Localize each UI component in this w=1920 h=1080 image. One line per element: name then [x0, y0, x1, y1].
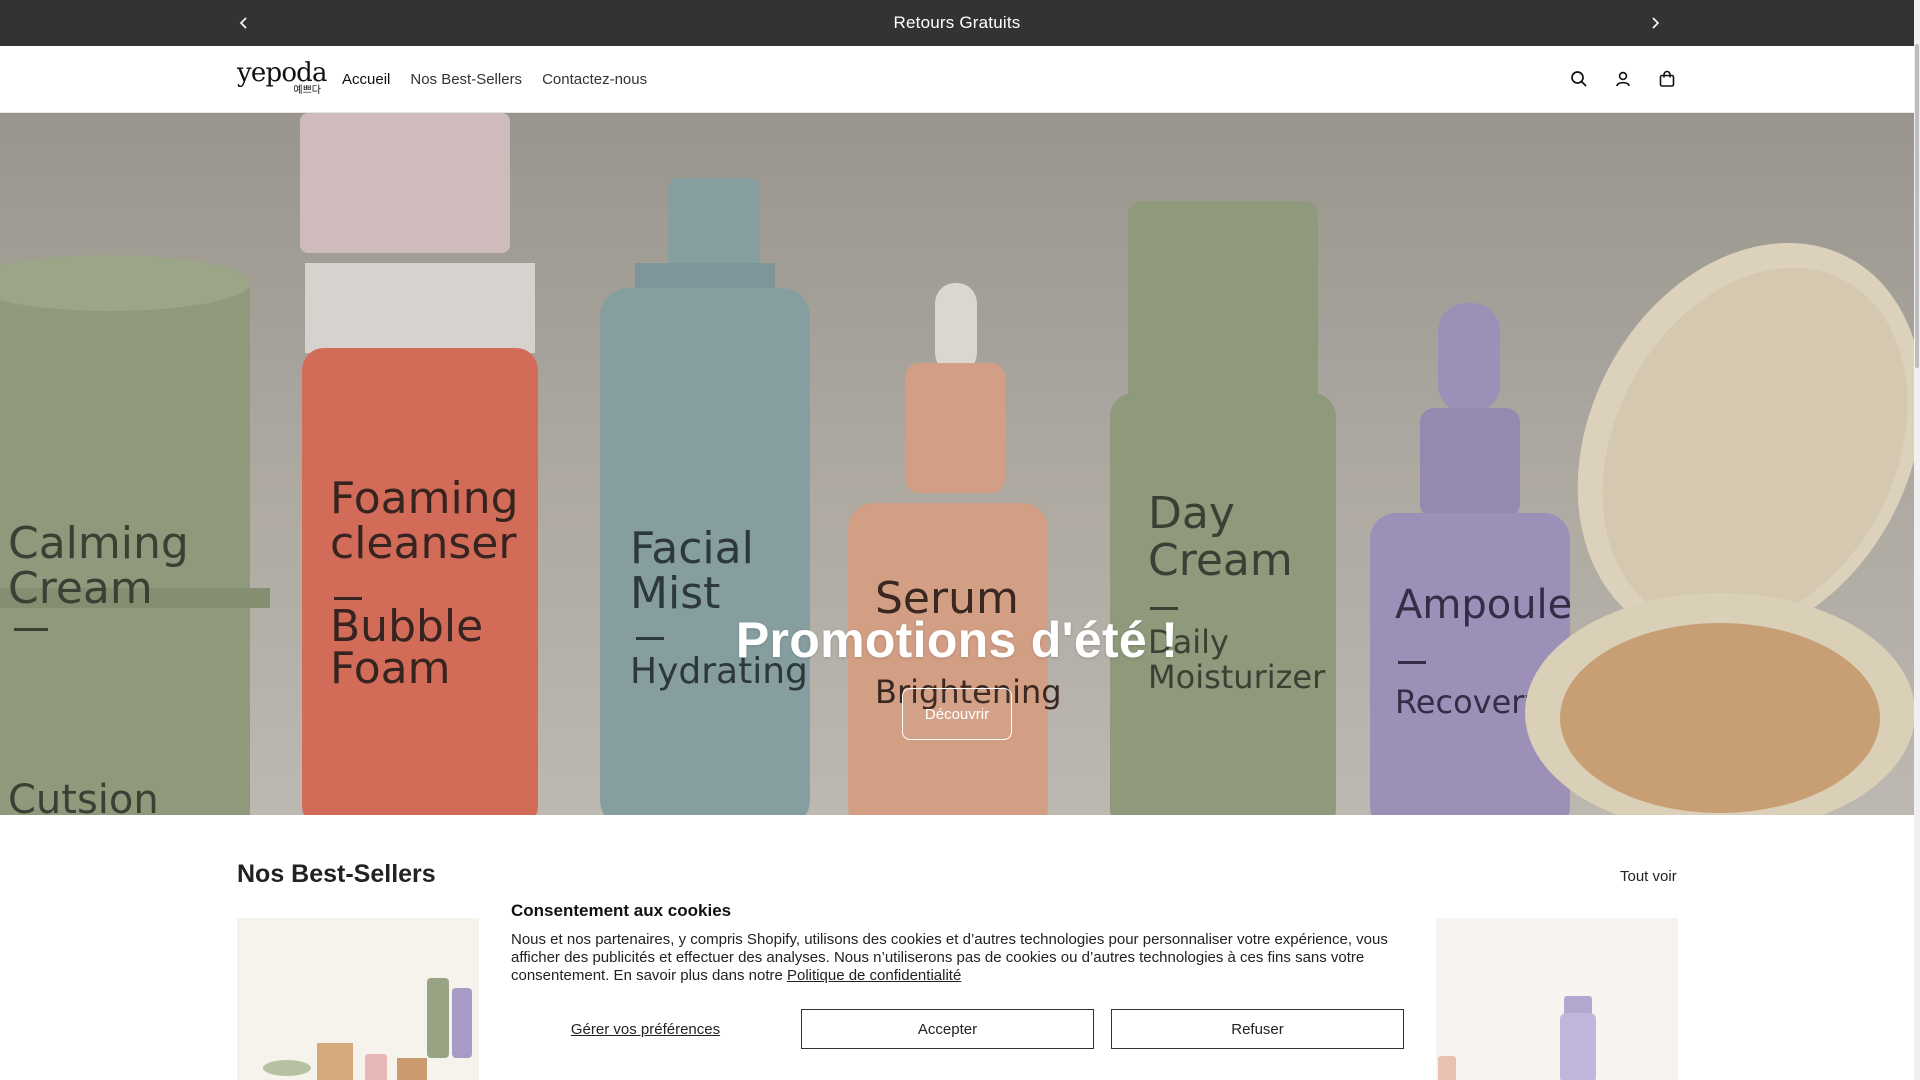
product-image [1436, 918, 1678, 1080]
announcement-next-button[interactable] [1640, 0, 1670, 46]
product-card[interactable] [237, 918, 479, 1080]
manage-preferences-button[interactable]: Gérer vos préférences [511, 1009, 780, 1049]
cookie-description: Nous et nos partenaires, y compris Shopi… [511, 931, 1401, 985]
account-button[interactable] [1612, 68, 1634, 90]
announcement-prev-button[interactable] [229, 0, 259, 46]
announcement-bar: Retours Gratuits [0, 0, 1914, 47]
announcement-text: Retours Gratuits [893, 13, 1021, 32]
chevron-left-icon [239, 17, 247, 29]
logo-wordmark: yepoda [237, 58, 328, 88]
cookie-title: Consentement aux cookies [511, 901, 732, 920]
refuse-button[interactable]: Refuser [1111, 1009, 1404, 1049]
product-card[interactable] [1436, 918, 1678, 1080]
page-scrollbar[interactable] [1914, 0, 1920, 1080]
site-header: yepoda 예쁘다 Accueil Nos Best-Sellers Cont… [0, 46, 1914, 113]
discover-button[interactable]: Découvrir [902, 688, 1012, 740]
privacy-policy-link[interactable]: Politique de confidentialité [787, 967, 961, 984]
nav-item-best-sellers[interactable]: Nos Best-Sellers [410, 71, 522, 88]
hero-title: Promotions d'été ! [735, 612, 1179, 668]
logo-korean: 예쁘다 [293, 85, 321, 96]
search-icon [1571, 71, 1587, 87]
scrollbar-thumb[interactable] [1915, 44, 1919, 368]
cookie-consent-banner: Consentement aux cookies Nous et nos par… [479, 882, 1428, 1080]
cookie-actions: Gérer vos préférences Accepter Refuser [511, 1009, 1404, 1049]
section-title-bestsellers: Nos Best-Sellers [237, 860, 436, 888]
nav-item-contact[interactable]: Contactez-nous [542, 71, 647, 88]
logo[interactable]: yepoda 예쁘다 [237, 58, 328, 96]
accept-button[interactable]: Accepter [801, 1009, 1094, 1049]
hero-banner: Calming Cream Cutsion Foaming cleanser B… [0, 113, 1914, 815]
account-icon [1616, 71, 1630, 87]
main-nav: Accueil Nos Best-Sellers Contactez-nous [342, 46, 647, 112]
product-image [237, 918, 479, 1080]
header-icons [1568, 46, 1678, 112]
nav-item-accueil[interactable]: Accueil [342, 71, 390, 88]
search-button[interactable] [1568, 68, 1590, 90]
cart-button[interactable] [1656, 68, 1678, 90]
chevron-right-icon [1652, 17, 1660, 29]
see-all-link[interactable]: Tout voir [1620, 868, 1677, 885]
cart-icon [1659, 70, 1675, 87]
